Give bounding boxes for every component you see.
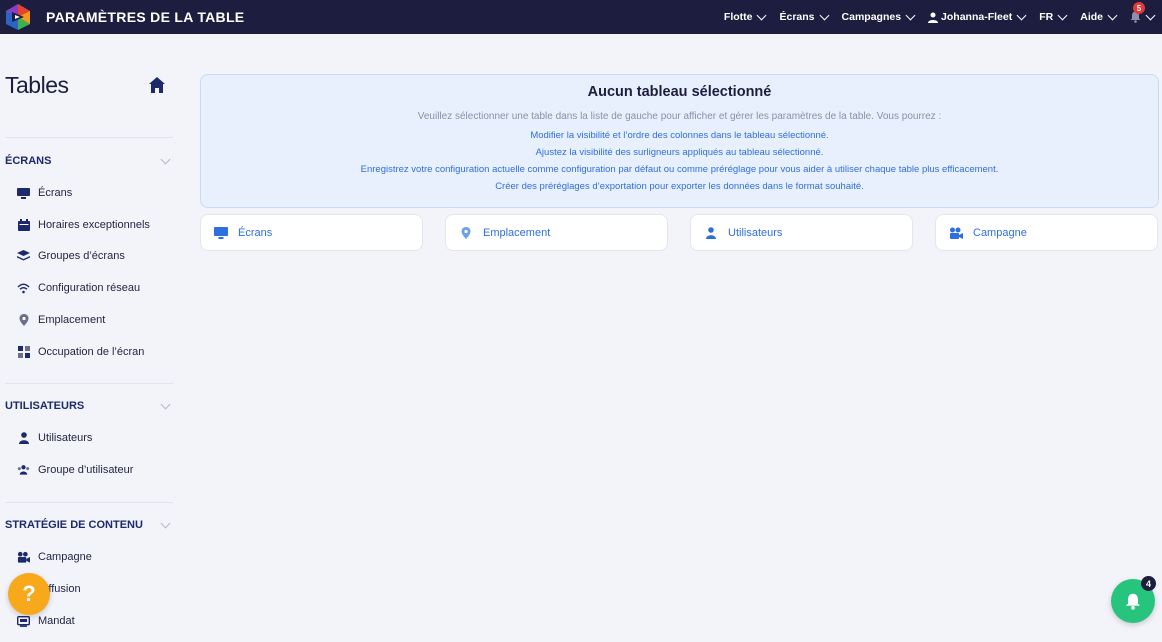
sidebar-item-label: Groupe d’utilisateur bbox=[38, 464, 134, 476]
question-mark-icon: ? bbox=[22, 581, 36, 606]
divider bbox=[5, 383, 173, 384]
chevron-down-icon bbox=[1057, 10, 1068, 20]
sidebar-item-users[interactable]: Utilisateurs bbox=[17, 429, 92, 447]
user-icon bbox=[17, 432, 30, 445]
monitor-icon bbox=[214, 226, 228, 240]
sidebar-item-campaign[interactable]: Campagne bbox=[17, 548, 92, 566]
sidebar-item-exceptional-hours[interactable]: Horaires exceptionnels bbox=[17, 216, 150, 234]
nav-screens-menu[interactable]: Écrans bbox=[779, 10, 829, 23]
sidebar-item-user-groups[interactable]: Groupe d’utilisateur bbox=[17, 461, 133, 479]
notifications-badge: 4 bbox=[1141, 576, 1156, 591]
location-pin-icon bbox=[17, 314, 30, 327]
contract-icon bbox=[17, 615, 30, 628]
user-icon bbox=[928, 12, 939, 23]
nav-screens-label: Écrans bbox=[779, 11, 815, 23]
chevron-down-icon bbox=[160, 518, 171, 528]
section-screens-header[interactable]: ÉCRANS bbox=[5, 153, 173, 169]
sidebar-item-location[interactable]: Emplacement bbox=[17, 311, 105, 329]
divider bbox=[5, 502, 173, 503]
chevron-down-icon bbox=[1016, 10, 1027, 20]
card-users[interactable]: Utilisateurs bbox=[690, 214, 913, 251]
nav-language-menu[interactable]: FR bbox=[1039, 10, 1068, 23]
divider bbox=[5, 137, 173, 138]
section-content-strategy-header[interactable]: STRATÉGIE DE CONTENU bbox=[5, 517, 173, 533]
nav-language-label: FR bbox=[1039, 11, 1054, 23]
user-icon bbox=[704, 226, 718, 240]
card-label: Campagne bbox=[973, 226, 1027, 239]
bell-icon bbox=[1125, 593, 1141, 610]
location-pin-icon bbox=[459, 226, 473, 240]
sidebar-item-screen-groups[interactable]: Groupes d’écrans bbox=[17, 247, 125, 265]
card-label: Emplacement bbox=[483, 226, 551, 239]
info-line: Créer des préréglages d’exportation pour… bbox=[495, 181, 864, 192]
card-location[interactable]: Emplacement bbox=[445, 214, 668, 251]
sidebar-item-network-config[interactable]: Configuration réseau bbox=[17, 279, 140, 297]
monitor-icon bbox=[17, 187, 30, 200]
sidebar-title: Tables bbox=[5, 72, 69, 98]
sidebar: Tables ÉCRANS Écrans Horaires exceptionn… bbox=[0, 34, 180, 642]
sidebar-item-label: Campagne bbox=[38, 551, 92, 563]
top-bar: PARAMÈTRES DE LA TABLE Flotte Écrans Cam… bbox=[0, 0, 1162, 34]
card-label: Écrans bbox=[238, 226, 273, 239]
campaign-icon bbox=[949, 226, 963, 240]
nav-fleet-menu[interactable]: Flotte bbox=[723, 10, 767, 23]
info-description: Veuillez sélectionner une table dans la … bbox=[417, 111, 942, 122]
section-content-strategy-label: STRATÉGIE DE CONTENU bbox=[5, 519, 143, 531]
no-table-selected-panel: Aucun tableau sélectionné Veuillez sélec… bbox=[200, 74, 1159, 208]
nav-account-label: Johanna-Fleet bbox=[941, 11, 1013, 23]
card-label: Utilisateurs bbox=[728, 226, 783, 239]
sidebar-item-screen-occupancy[interactable]: Occupation de l’écran bbox=[17, 343, 144, 361]
layers-icon bbox=[17, 250, 30, 263]
chevron-down-icon bbox=[819, 10, 829, 20]
bell-badge: 5 bbox=[1133, 2, 1145, 14]
sidebar-item-label: Occupation de l’écran bbox=[38, 346, 145, 358]
sidebar-item-label: Écrans bbox=[38, 187, 73, 199]
sidebar-item-screens[interactable]: Écrans bbox=[17, 184, 72, 202]
chevron-down-icon bbox=[160, 399, 171, 409]
chevron-down-icon bbox=[757, 10, 767, 20]
home-icon[interactable] bbox=[148, 76, 166, 94]
app-title: PARAMÈTRES DE LA TABLE bbox=[46, 9, 245, 25]
calendar-icon bbox=[17, 219, 30, 232]
card-campaign[interactable]: Campagne bbox=[935, 214, 1158, 251]
users-icon bbox=[17, 464, 30, 477]
wifi-icon bbox=[17, 282, 30, 295]
section-users-label: UTILISATEURS bbox=[5, 400, 85, 412]
chevron-down-icon bbox=[160, 154, 171, 164]
nav-campaigns-label: Campagnes bbox=[841, 11, 902, 23]
nav-campaigns-menu[interactable]: Campagnes bbox=[841, 10, 916, 23]
app-logo[interactable] bbox=[4, 3, 32, 31]
sidebar-item-label: Groupes d’écrans bbox=[38, 250, 125, 262]
chevron-down-icon bbox=[1107, 10, 1118, 20]
nav-help-label: Aide bbox=[1080, 11, 1103, 23]
help-button[interactable]: ? bbox=[8, 573, 50, 615]
sidebar-item-label: Utilisateurs bbox=[38, 432, 93, 444]
nav-fleet-label: Flotte bbox=[723, 11, 753, 23]
sidebar-item-label: Configuration réseau bbox=[38, 282, 141, 294]
grid-icon bbox=[17, 346, 30, 359]
card-screens[interactable]: Écrans bbox=[200, 214, 423, 251]
campaign-icon bbox=[17, 551, 30, 564]
notifications-menu[interactable]: 5 bbox=[1130, 2, 1156, 23]
sidebar-item-label: Horaires exceptionnels bbox=[38, 219, 150, 231]
info-line: Enregistrez votre configuration actuelle… bbox=[360, 164, 999, 175]
section-users-header[interactable]: UTILISATEURS bbox=[5, 398, 173, 414]
info-line: Modifier la visibilité et l’ordre des co… bbox=[530, 130, 829, 141]
sidebar-item-label: Emplacement bbox=[38, 314, 106, 326]
chevron-down-icon bbox=[1145, 10, 1156, 20]
section-screens-label: ÉCRANS bbox=[5, 155, 52, 167]
chevron-down-icon bbox=[905, 10, 916, 20]
top-nav: Flotte Écrans Campagnes Johanna-Fleet FR… bbox=[710, 0, 1156, 34]
info-line: Ajustez la visibilité des surligneurs ap… bbox=[535, 147, 824, 158]
sidebar-item-label: Mandat bbox=[38, 615, 75, 627]
nav-help-menu[interactable]: Aide bbox=[1080, 10, 1118, 23]
nav-account-menu[interactable]: Johanna-Fleet bbox=[928, 10, 1027, 23]
info-title: Aucun tableau sélectionné bbox=[587, 84, 772, 100]
